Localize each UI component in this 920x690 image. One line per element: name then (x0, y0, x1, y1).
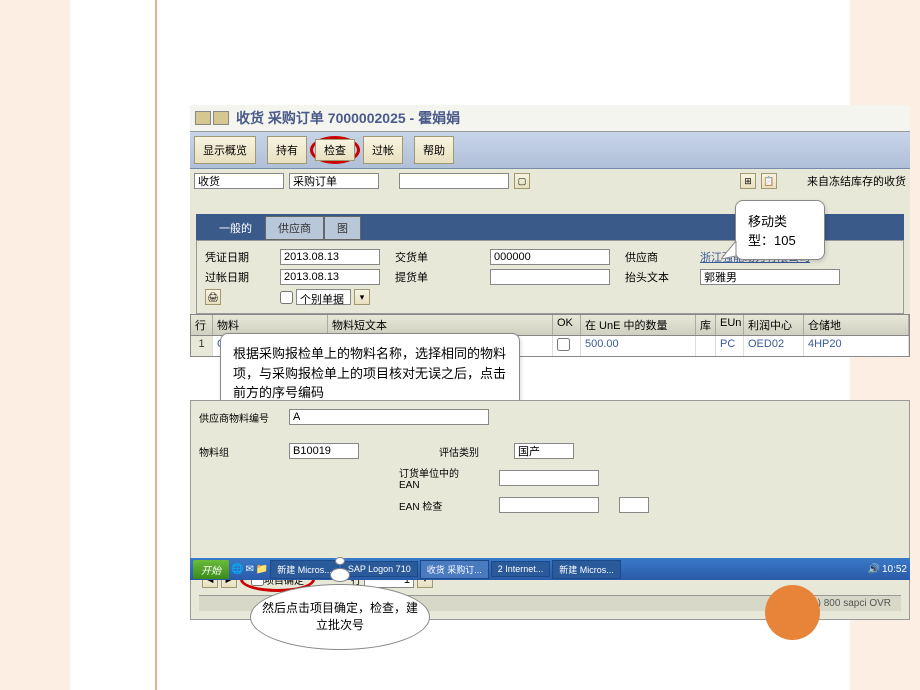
icon-button-1[interactable]: ⊞ (740, 173, 756, 189)
cell-profit: OED02 (744, 336, 804, 356)
val-class-input[interactable] (514, 443, 574, 459)
col-line: 行 (191, 315, 213, 335)
window-title: 收货 采购订单 7000002025 - 霍娟娟 (236, 108, 460, 128)
taskbar-item[interactable]: 新建 Micros... (552, 560, 621, 579)
header-text-label: 抬头文本 (625, 269, 685, 285)
show-overview-button[interactable]: 显示概览 (194, 136, 256, 164)
vendor-label: 供应商 (625, 249, 685, 265)
print-icon[interactable]: 🖨 (205, 289, 221, 305)
col-material-text: 物料短文本 (328, 315, 553, 335)
delivery-note-input[interactable] (490, 249, 610, 265)
document-type-row: ▢ ⊞ 📋 来自冻结库存的收货 (190, 169, 910, 193)
post-button[interactable]: 过帐 (363, 136, 403, 164)
start-button[interactable]: 开始 (193, 560, 229, 579)
doc-date-input[interactable] (280, 249, 380, 265)
posting-date-label: 过帐日期 (205, 269, 265, 285)
po-dropdown[interactable] (289, 173, 379, 189)
individual-slip-checkbox[interactable] (280, 291, 293, 304)
help-button[interactable]: 帮助 (414, 136, 454, 164)
ean-unit-input[interactable] (499, 470, 599, 486)
bill-lading-input[interactable] (490, 269, 610, 285)
mat-group-input[interactable] (289, 443, 359, 459)
cloud-text: 然后点击项目确定，检查，建立批次号 (250, 584, 430, 650)
col-material: 物料 (213, 315, 328, 335)
bill-lading-label: 提货单 (395, 269, 475, 285)
tab-general[interactable]: 一般的 (206, 216, 265, 240)
quicklaunch-icon[interactable]: 🌐 (231, 564, 243, 575)
delivery-note-label: 交货单 (395, 249, 475, 265)
col-storage: 仓储地 (804, 315, 909, 335)
ean-check-input2[interactable] (619, 497, 649, 513)
po-number-input[interactable] (399, 173, 509, 189)
callout2-text: 根据采购报检单上的物料名称，选择相同的物料项，与采购报检单上的项目核对无误之后，… (233, 344, 507, 403)
cell-warehouse (696, 336, 716, 356)
col-qty: 在 UnE 中的数量 (581, 315, 696, 335)
page-indicator (765, 585, 820, 640)
tab-ext[interactable]: 图 (324, 216, 361, 240)
search-help-button[interactable]: ▢ (514, 173, 530, 189)
col-warehouse: 库 (696, 315, 716, 335)
mat-group-label: 物料组 (199, 444, 269, 459)
callout-movement-type: 移动类型：105 (735, 200, 825, 260)
ean-check-label: EAN 检查 (399, 498, 479, 513)
slip-help-button[interactable]: ▾ (354, 289, 370, 305)
doc-date-label: 凭证日期 (205, 249, 265, 265)
cell-ok-checkbox[interactable] (557, 338, 570, 351)
check-highlight: 检查 (310, 136, 360, 164)
icon-button-2[interactable]: 📋 (761, 173, 777, 189)
tab-vendor[interactable]: 供应商 (265, 216, 324, 240)
hold-button[interactable]: 持有 (267, 136, 307, 164)
app-icon2 (213, 111, 229, 125)
header-text-input[interactable] (700, 269, 840, 285)
frozen-stock-label: 来自冻结库存的收货 (807, 173, 906, 189)
cell-storage: 4HP20 (804, 336, 909, 356)
ean-check-input[interactable] (499, 497, 599, 513)
taskbar-item-active[interactable]: 收货 采购订... (420, 560, 489, 579)
check-button[interactable]: 检查 (315, 139, 355, 161)
goods-receipt-dropdown[interactable] (194, 173, 284, 189)
tray-icon[interactable]: 🔊 (868, 564, 880, 575)
vendor-mat-label: 供应商物料编号 (199, 410, 269, 425)
title-bar: 收货 采购订单 7000002025 - 霍娟娟 (190, 105, 910, 132)
vendor-mat-input[interactable] (289, 409, 489, 425)
callout1-text: 移动类型：105 (748, 211, 812, 249)
col-profit: 利润中心 (744, 315, 804, 335)
cell-line[interactable]: 1 (191, 336, 213, 356)
posting-date-input[interactable] (280, 269, 380, 285)
clock: 10:52 (882, 564, 907, 575)
cloud-callout: 然后点击项目确定，检查，建立批次号 (250, 555, 430, 650)
cell-qty: 500.00 (581, 336, 696, 356)
ean-unit-label: 订货单位中的 EAN (399, 465, 479, 491)
app-icon (195, 111, 211, 125)
cell-eun: PC (716, 336, 744, 356)
toolbar: 显示概览 持有 检查 过帐 帮助 (190, 132, 910, 169)
col-ok: OK (553, 315, 581, 335)
individual-slip-label: 个别单据 (296, 289, 351, 305)
val-class-label: 评估类别 (439, 444, 494, 459)
taskbar-item[interactable]: 2 Internet... (491, 561, 551, 577)
col-eun: EUn (716, 315, 744, 335)
